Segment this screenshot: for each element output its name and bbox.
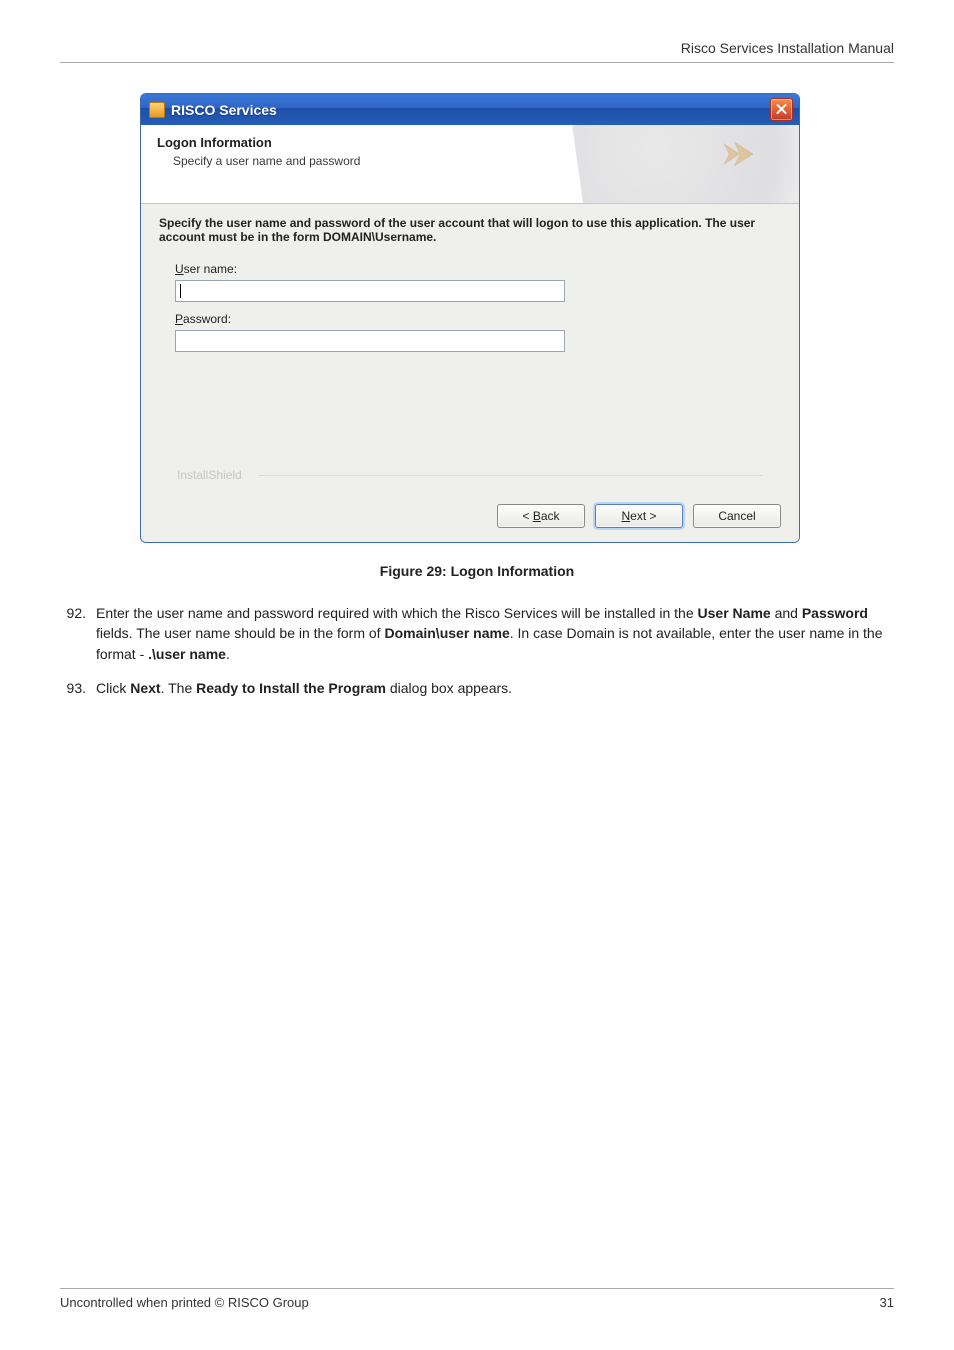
- dialog-body: Specify the user name and password of th…: [141, 204, 799, 496]
- list-number: 92.: [60, 603, 86, 664]
- password-label: Password:: [175, 312, 781, 326]
- dialog-screenshot: RISCO Services Logon Information Specify…: [140, 93, 800, 543]
- list-item: 93. Click Next. The Ready to Install the…: [60, 678, 894, 698]
- window-titlebar: RISCO Services: [141, 94, 799, 125]
- cancel-button[interactable]: Cancel: [693, 504, 781, 528]
- page-header: Risco Services Installation Manual: [60, 40, 894, 63]
- username-label: User name:: [175, 262, 781, 276]
- arrow-icon: [719, 137, 753, 171]
- dialog-banner: Logon Information Specify a user name an…: [141, 125, 799, 204]
- list-number: 93.: [60, 678, 86, 698]
- instruction-text: Specify the user name and password of th…: [159, 216, 781, 244]
- close-icon[interactable]: [770, 98, 793, 121]
- username-input[interactable]: [175, 280, 565, 302]
- dialog-buttons: < Back Next > Cancel: [141, 496, 799, 542]
- instruction-list: 92. Enter the user name and password req…: [60, 603, 894, 698]
- window-title: RISCO Services: [171, 102, 277, 118]
- password-input[interactable]: [175, 330, 565, 352]
- installer-icon: [149, 102, 165, 118]
- installshield-brand: InstallShield: [177, 468, 242, 482]
- footer-left: Uncontrolled when printed © RISCO Group: [60, 1295, 309, 1310]
- banner-title: Logon Information: [157, 135, 783, 150]
- banner-subtitle: Specify a user name and password: [173, 154, 783, 168]
- installer-dialog: RISCO Services Logon Information Specify…: [140, 93, 800, 543]
- list-item: 92. Enter the user name and password req…: [60, 603, 894, 664]
- back-button[interactable]: < Back: [497, 504, 585, 528]
- figure-caption: Figure 29: Logon Information: [60, 563, 894, 579]
- next-button[interactable]: Next >: [595, 504, 683, 528]
- footer-page-number: 31: [880, 1295, 894, 1310]
- divider: [259, 475, 763, 476]
- page-footer: Uncontrolled when printed © RISCO Group …: [60, 1288, 894, 1310]
